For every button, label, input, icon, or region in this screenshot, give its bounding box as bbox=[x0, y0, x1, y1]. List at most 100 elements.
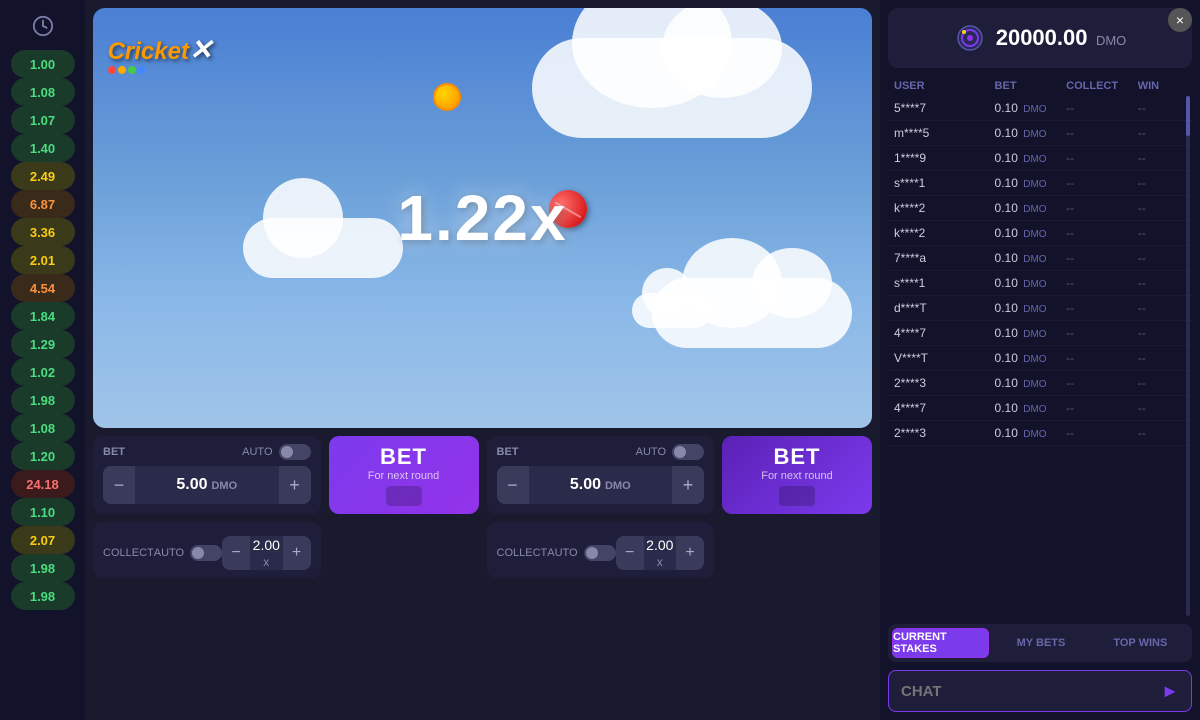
col-win: WIN bbox=[1138, 80, 1186, 92]
table-header: USER BET COLLECT WIN bbox=[888, 76, 1192, 96]
cloud-small bbox=[632, 293, 712, 328]
scrollbar[interactable] bbox=[1186, 96, 1190, 616]
bet-input-row-1: − 5.00DMO + bbox=[103, 466, 311, 504]
multiplier-item[interactable]: 1.00 bbox=[11, 50, 75, 78]
cell-bet: 0.10 DMO bbox=[995, 151, 1063, 165]
bet-plus-2[interactable]: + bbox=[672, 466, 704, 504]
cell-user: 2****3 bbox=[894, 426, 991, 440]
multiplier-item[interactable]: 2.49 bbox=[11, 162, 75, 190]
multiplier-item[interactable]: 1.10 bbox=[11, 498, 75, 526]
multiplier-item[interactable]: 3.36 bbox=[11, 218, 75, 246]
bet-controls: BET AUTO − 5.00DMO + BET For next round bbox=[93, 436, 872, 514]
multiplier-item[interactable]: 1.20 bbox=[11, 442, 75, 470]
collect-minus-1[interactable]: − bbox=[222, 536, 250, 570]
balance-amount: 20000.00 DMO bbox=[996, 25, 1127, 51]
cell-collect: -- bbox=[1066, 426, 1134, 440]
multiplier-item[interactable]: 2.07 bbox=[11, 526, 75, 554]
coin bbox=[433, 83, 461, 111]
collect-input-1: − 2.00 x + bbox=[222, 536, 310, 570]
cell-bet: 0.10 DMO bbox=[995, 326, 1063, 340]
tab-2[interactable]: TOP WINS bbox=[1093, 628, 1188, 658]
send-icon[interactable]: ► bbox=[1161, 681, 1179, 702]
multiplier-item[interactable]: 1.08 bbox=[11, 414, 75, 442]
bet-value-2: 5.00DMO bbox=[529, 476, 673, 494]
table-row: k****2 0.10 DMO -- -- bbox=[888, 196, 1192, 221]
collect-label-2: COLLECT bbox=[497, 547, 548, 559]
tab-0[interactable]: CURRENT STAKES bbox=[892, 628, 989, 658]
game-logo: Cricket✕ bbox=[105, 20, 215, 90]
cell-bet: 0.10 DMO bbox=[995, 251, 1063, 265]
bet-button-1[interactable]: BET For next round bbox=[329, 436, 479, 514]
multiplier-item[interactable]: 1.84 bbox=[11, 302, 75, 330]
bet-minus-1[interactable]: − bbox=[103, 466, 135, 504]
cell-bet: 0.10 DMO bbox=[995, 351, 1063, 365]
cell-win: -- bbox=[1138, 176, 1186, 190]
col-collect: COLLECT bbox=[1066, 80, 1134, 92]
tab-1[interactable]: MY BETS bbox=[993, 628, 1088, 658]
multiplier-item[interactable]: 1.08 bbox=[11, 78, 75, 106]
tab-bar: CURRENT STAKESMY BETSTOP WINS bbox=[888, 624, 1192, 662]
history-icon[interactable] bbox=[25, 8, 61, 44]
bet-button-2[interactable]: BET For next round bbox=[722, 436, 872, 514]
chat-input-row: ► bbox=[888, 670, 1192, 712]
cell-win: -- bbox=[1138, 426, 1186, 440]
cell-user: d****T bbox=[894, 301, 991, 315]
bet-panel-1: BET AUTO − 5.00DMO + bbox=[93, 436, 321, 514]
bet-value-1: 5.00DMO bbox=[135, 476, 279, 494]
multiplier-item[interactable]: 24.18 bbox=[11, 470, 75, 498]
multiplier-item[interactable]: 4.54 bbox=[11, 274, 75, 302]
collect-plus-2[interactable]: + bbox=[676, 536, 704, 570]
cell-collect: -- bbox=[1066, 351, 1134, 365]
main-content: Cricket✕ 1.22x BET bbox=[85, 0, 880, 720]
table-row: m****5 0.10 DMO -- -- bbox=[888, 121, 1192, 146]
auto-toggle-1[interactable] bbox=[279, 444, 311, 460]
cell-collect: -- bbox=[1066, 151, 1134, 165]
multiplier-item[interactable]: 2.01 bbox=[11, 246, 75, 274]
cell-user: 5****7 bbox=[894, 101, 991, 115]
collect-input-2: − 2.00 x + bbox=[616, 536, 704, 570]
multiplier-item[interactable]: 1.40 bbox=[11, 134, 75, 162]
collect-minus-2[interactable]: − bbox=[616, 536, 644, 570]
multiplier-item[interactable]: 1.98 bbox=[11, 582, 75, 610]
cell-win: -- bbox=[1138, 401, 1186, 415]
table-row: V****T 0.10 DMO -- -- bbox=[888, 346, 1192, 371]
collect-auto-toggle-2[interactable] bbox=[584, 545, 616, 561]
collect-value-1: 2.00 x bbox=[250, 537, 282, 569]
multiplier-item[interactable]: 1.98 bbox=[11, 386, 75, 414]
cell-collect: -- bbox=[1066, 126, 1134, 140]
multiplier-item[interactable]: 1.29 bbox=[11, 330, 75, 358]
cell-win: -- bbox=[1138, 276, 1186, 290]
table-row: 4****7 0.10 DMO -- -- bbox=[888, 321, 1192, 346]
multiplier-item[interactable]: 1.02 bbox=[11, 358, 75, 386]
cell-collect: -- bbox=[1066, 301, 1134, 315]
close-button[interactable]: × bbox=[1168, 8, 1192, 32]
collect-value-2: 2.00 x bbox=[644, 537, 676, 569]
collect-plus-1[interactable]: + bbox=[283, 536, 311, 570]
auto-label-1: AUTO bbox=[242, 446, 272, 458]
left-sidebar: 1.001.081.071.402.496.873.362.014.541.84… bbox=[0, 0, 85, 720]
bet-panel-2: BET AUTO − 5.00DMO + bbox=[487, 436, 715, 514]
cell-win: -- bbox=[1138, 301, 1186, 315]
auto-label-2: AUTO bbox=[636, 446, 666, 458]
cell-win: -- bbox=[1138, 226, 1186, 240]
auto-toggle-2[interactable] bbox=[672, 444, 704, 460]
cell-bet: 0.10 DMO bbox=[995, 126, 1063, 140]
chat-input[interactable] bbox=[901, 683, 1161, 700]
spacer-1 bbox=[329, 522, 479, 578]
bet-plus-1[interactable]: + bbox=[279, 466, 311, 504]
bet-minus-2[interactable]: − bbox=[497, 466, 529, 504]
multiplier-item[interactable]: 1.98 bbox=[11, 554, 75, 582]
bet-btn-label-1: BET bbox=[380, 444, 427, 470]
bet-input-row-2: − 5.00DMO + bbox=[497, 466, 705, 504]
multiplier-item[interactable]: 1.07 bbox=[11, 106, 75, 134]
scrollbar-thumb[interactable] bbox=[1186, 96, 1190, 136]
cell-win: -- bbox=[1138, 326, 1186, 340]
balance-icon bbox=[954, 22, 986, 54]
collect-auto-toggle-1[interactable] bbox=[190, 545, 222, 561]
cell-win: -- bbox=[1138, 376, 1186, 390]
cell-user: s****1 bbox=[894, 276, 991, 290]
col-user: USER bbox=[894, 80, 991, 92]
multipliers-list: 1.001.081.071.402.496.873.362.014.541.84… bbox=[11, 50, 75, 610]
multiplier-item[interactable]: 6.87 bbox=[11, 190, 75, 218]
cell-user: 1****9 bbox=[894, 151, 991, 165]
